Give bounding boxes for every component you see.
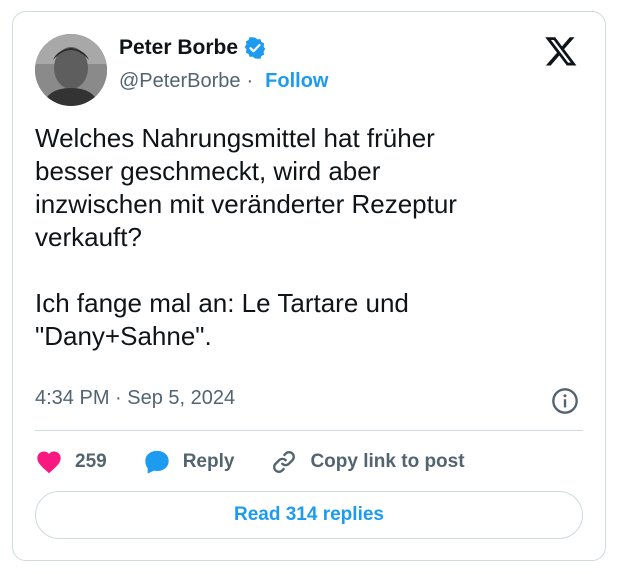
- tweet-text: Welches Nahrungsmittel hat früher besser…: [35, 123, 457, 351]
- avatar[interactable]: [35, 34, 107, 106]
- copy-link-label: Copy link to post: [310, 451, 465, 472]
- follow-button[interactable]: Follow: [265, 70, 328, 93]
- reply-button[interactable]: Reply: [143, 448, 235, 476]
- like-count: 259: [75, 451, 107, 472]
- heart-icon: [37, 451, 61, 474]
- action-bar: 259 Reply Copy link to post: [35, 444, 501, 480]
- x-logo-icon[interactable]: [543, 34, 579, 68]
- verified-badge-icon: [244, 37, 266, 59]
- info-icon[interactable]: [551, 387, 579, 415]
- tweet-card: Peter Borbe @PeterBorbe · Follow Welches…: [12, 11, 606, 561]
- author-name-row: Peter Borbe: [119, 36, 267, 60]
- reply-bubble-icon: [145, 450, 169, 474]
- link-icon: [273, 451, 296, 473]
- author-handle-row: @PeterBorbe · Follow: [119, 70, 328, 93]
- handle-separator: ·: [246, 70, 254, 92]
- divider: [35, 430, 583, 431]
- read-replies-button[interactable]: Read 314 replies: [35, 491, 583, 539]
- reply-label: Reply: [182, 451, 235, 472]
- author-handle[interactable]: @PeterBorbe: [119, 70, 240, 93]
- tweet-timestamp[interactable]: 4:34 PM · Sep 5, 2024: [35, 387, 235, 410]
- like-button[interactable]: 259: [35, 448, 107, 476]
- author-display-name[interactable]: Peter Borbe: [119, 36, 238, 60]
- copy-link-button[interactable]: Copy link to post: [270, 448, 465, 476]
